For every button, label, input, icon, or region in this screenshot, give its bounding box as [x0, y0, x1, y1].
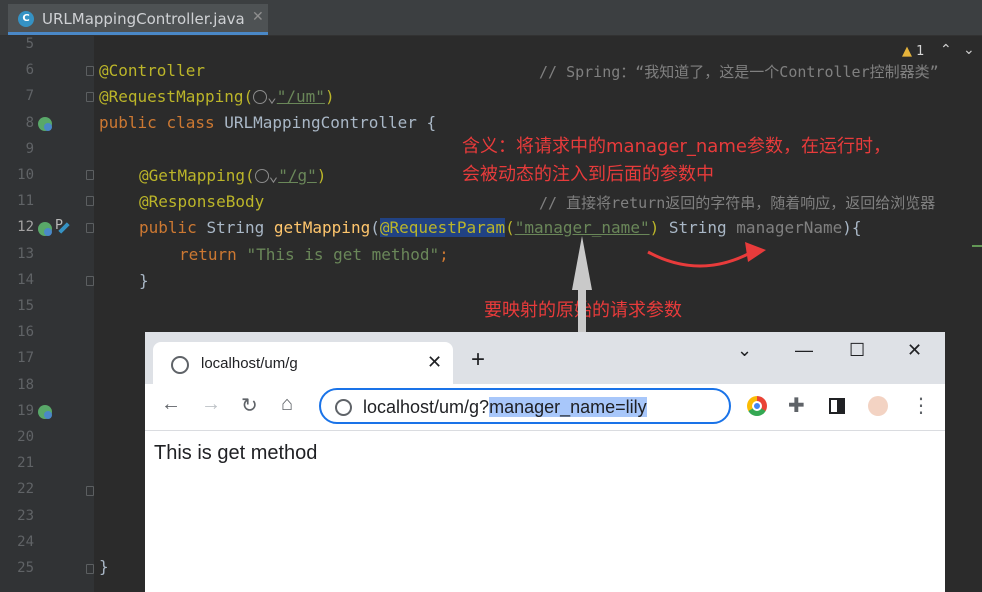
globe-icon — [335, 399, 352, 416]
page-body-text: This is get method — [154, 442, 318, 464]
chrome-extension-icon[interactable] — [747, 396, 767, 416]
back-icon[interactable]: ← — [161, 393, 181, 416]
tab-search-icon[interactable]: ⌄ — [737, 340, 752, 361]
home-icon[interactable]: ⌂ — [281, 393, 293, 416]
address-bar[interactable]: localhost/um/g?manager_name=lily — [319, 388, 731, 424]
profile-avatar[interactable] — [868, 396, 888, 416]
extensions-puzzle-icon[interactable]: ✚ — [788, 393, 805, 417]
browser-tab[interactable]: localhost/um/g ✕ — [153, 342, 453, 384]
red-arrowhead — [745, 242, 766, 262]
new-tab-button[interactable]: + — [471, 348, 485, 372]
reload-icon[interactable]: ↻ — [241, 393, 258, 418]
more-menu-icon[interactable]: ⋮ — [911, 393, 931, 417]
red-curved-arrow — [647, 250, 753, 268]
close-icon[interactable]: ✕ — [427, 352, 442, 373]
url-text[interactable]: localhost/um/g?manager_name=lily — [363, 397, 647, 418]
side-panel-icon[interactable] — [829, 398, 845, 414]
minimize-icon[interactable]: — — [795, 340, 813, 361]
forward-icon[interactable]: → — [201, 393, 221, 416]
browser-tab-title: localhost/um/g — [201, 355, 298, 372]
browser-toolbar: ← → ↻ ⌂ localhost/um/g?manager_name=lily… — [145, 384, 945, 431]
maximize-icon[interactable]: ☐ — [849, 340, 865, 361]
browser-window: localhost/um/g ✕ + ⌄ — ☐ ✕ ← → ↻ ⌂ local… — [145, 332, 945, 592]
close-window-icon[interactable]: ✕ — [907, 340, 922, 361]
browser-tab-strip: localhost/um/g ✕ + ⌄ — ☐ ✕ — [145, 332, 945, 384]
globe-icon — [171, 356, 189, 374]
